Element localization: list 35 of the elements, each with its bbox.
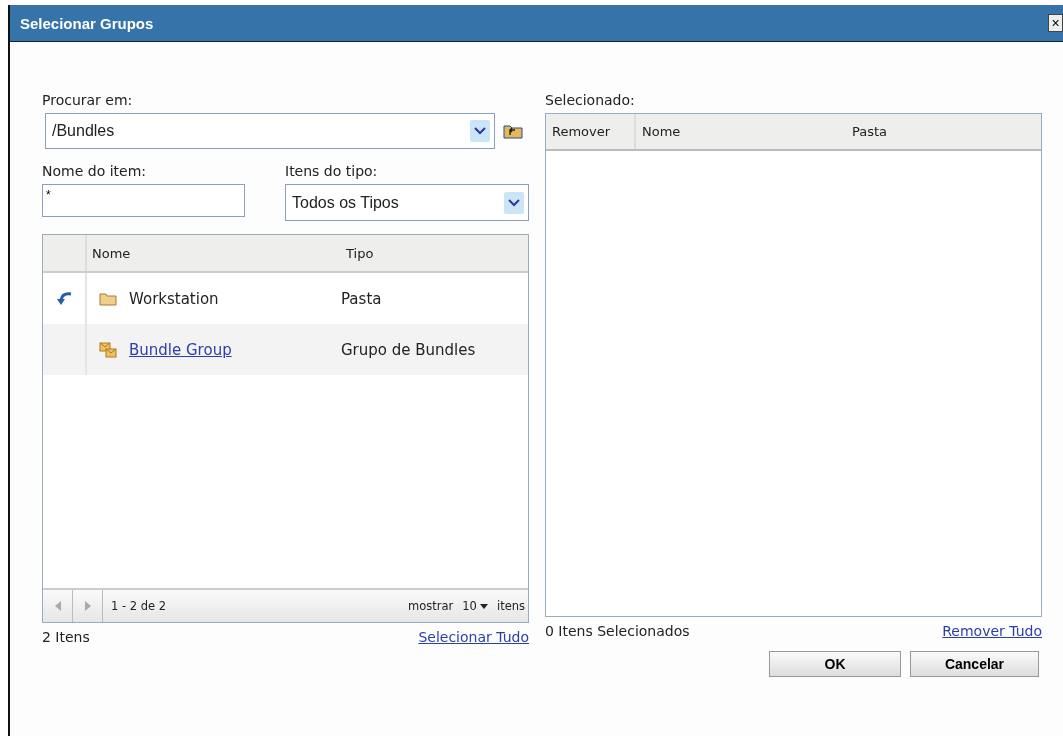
close-button[interactable]: × xyxy=(1048,14,1063,32)
select-all-link[interactable]: Selecionar Tudo xyxy=(418,629,529,645)
up-arrow-icon[interactable] xyxy=(56,291,72,306)
remove-all-link[interactable]: Remover Tudo xyxy=(942,623,1042,639)
column-header: Pasta xyxy=(852,124,889,139)
column-header: Remover xyxy=(546,114,636,149)
caret-icon xyxy=(479,603,488,609)
type-select[interactable]: Todos os Tipos xyxy=(285,184,529,221)
item-link[interactable]: Bundle Group xyxy=(129,340,232,359)
items-label: itens xyxy=(496,599,525,613)
column-header: Nome xyxy=(91,245,132,261)
field-label: Selecionado: xyxy=(545,92,636,108)
table-cell-text: Pasta xyxy=(341,289,383,308)
selected-count: 0 Itens Selecionados xyxy=(545,623,690,639)
page-range: 1 - 2 de 2 xyxy=(111,599,167,613)
ok-button[interactable]: OK xyxy=(769,651,901,677)
left-triangle-icon xyxy=(54,601,61,611)
field-label: Procurar em: xyxy=(42,92,134,108)
cancel-button[interactable]: Cancelar xyxy=(910,651,1039,677)
field-label: Nome do item: xyxy=(42,163,147,179)
column-header: Nome xyxy=(641,124,682,139)
field-label: Itens do tipo: xyxy=(285,163,379,179)
table-cell-text: Grupo de Bundles xyxy=(341,340,477,359)
page-size-dropdown[interactable]: 10 xyxy=(456,599,494,613)
envelope-stack-icon xyxy=(99,341,117,358)
item-name[interactable]: Workstation xyxy=(129,289,219,308)
right-triangle-icon xyxy=(84,601,91,611)
item-name-field[interactable]: * xyxy=(42,184,245,217)
window-title: Selecionar Grupos xyxy=(20,14,154,32)
show-label: mostrar xyxy=(408,599,454,613)
item-count: 2 Itens xyxy=(42,629,90,645)
column-header: Tipo xyxy=(346,245,375,261)
folder-up-icon[interactable] xyxy=(503,123,523,139)
location-combo[interactable]: /Bundles xyxy=(45,113,495,149)
folder-icon xyxy=(99,291,117,306)
